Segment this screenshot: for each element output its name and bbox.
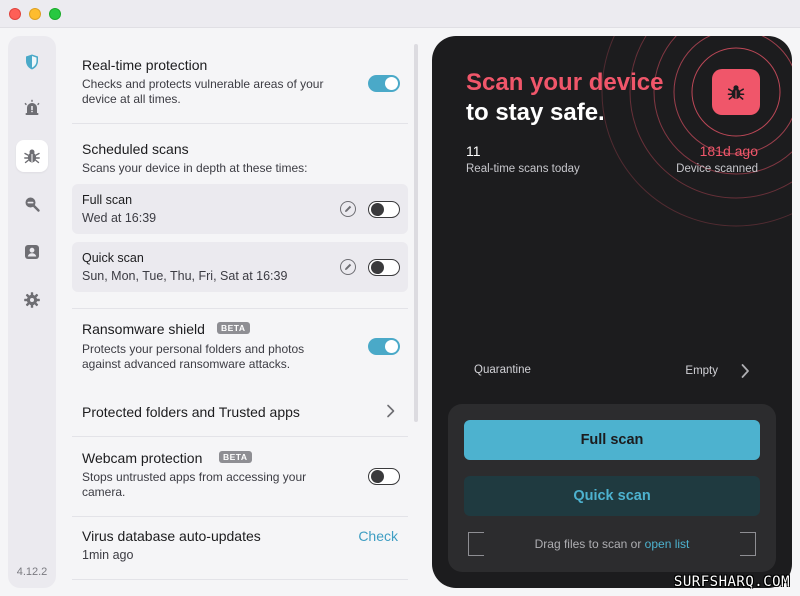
protected-folders-row[interactable]: Protected folders and Trusted apps xyxy=(72,386,408,436)
quarantine-label[interactable]: Quarantine xyxy=(474,364,531,376)
edit-full-scan-button[interactable] xyxy=(340,201,356,217)
scheduled-quick-scan-card[interactable]: Quick scan Sun, Mon, Tue, Thu, Fri, Sat … xyxy=(72,242,408,292)
toggle-knob xyxy=(385,340,398,353)
scheduled-scans-section: Scheduled scans Scans your device in dep… xyxy=(72,124,408,304)
scheduled-quick-scan-time: Sun, Mon, Tue, Thu, Fri, Sat at 16:39 xyxy=(82,269,288,283)
realtime-protection-toggle[interactable] xyxy=(368,75,400,92)
sidebar-item-protection[interactable] xyxy=(16,46,48,78)
scheduled-full-scan-card[interactable]: Full scan Wed at 16:39 xyxy=(72,184,408,234)
realtime-protection-desc-line2: device at all times. xyxy=(82,92,181,106)
beta-badge: BETA xyxy=(219,451,252,463)
virus-database-title: Virus database auto-updates xyxy=(82,528,261,544)
minimize-window-button[interactable] xyxy=(29,8,41,20)
file-dropzone[interactable]: Drag files to scan or open list xyxy=(468,532,756,556)
user-badge-icon xyxy=(25,245,39,259)
quick-scan-schedule-toggle[interactable] xyxy=(368,259,400,276)
scan-actions: Full scan Quick scan Drag files to scan … xyxy=(448,404,776,572)
scheduled-scans-desc: Scans your device in depth at these time… xyxy=(82,161,308,175)
chevron-right-icon xyxy=(387,404,395,418)
settings-scrollbar[interactable] xyxy=(414,44,418,422)
toggle-knob xyxy=(371,260,384,274)
realtime-scans-label: Real-time scans today xyxy=(466,163,580,175)
sidebar-item-privacy[interactable] xyxy=(16,188,48,220)
watermark: SURFSHARQ.COM xyxy=(673,574,790,590)
toggle-knob xyxy=(371,202,384,216)
divider xyxy=(72,579,408,580)
zoom-window-button[interactable] xyxy=(49,8,61,20)
edit-quick-scan-button[interactable] xyxy=(340,259,356,275)
sidebar: 4.12.2 xyxy=(8,36,56,588)
dropzone-text: Drag files to scan or open list xyxy=(468,537,756,551)
sidebar-item-scan[interactable] xyxy=(16,140,48,172)
last-scan-age: 181d ago xyxy=(699,143,758,159)
pencil-icon xyxy=(345,263,352,270)
scheduled-scans-title: Scheduled scans xyxy=(82,141,189,157)
webcam-protection-title: Webcam protection xyxy=(82,450,203,466)
close-window-button[interactable] xyxy=(9,8,21,20)
scheduled-full-scan-time: Wed at 16:39 xyxy=(82,211,157,225)
webcam-protection-desc-line2: camera. xyxy=(82,485,126,499)
pencil-icon xyxy=(345,205,352,212)
toggle-knob xyxy=(385,77,398,90)
chevron-right-icon[interactable] xyxy=(740,362,750,380)
webcam-protection-row: Webcam protection BETA Stops untrusted a… xyxy=(72,437,408,516)
toggle-knob xyxy=(371,469,384,483)
bug-icon xyxy=(727,85,745,100)
app-version: 4.12.2 xyxy=(16,566,48,578)
ransomware-shield-title: Ransomware shield xyxy=(82,321,205,337)
full-scan-schedule-toggle[interactable] xyxy=(368,201,400,218)
settings-list: Real-time protection Checks and protects… xyxy=(72,36,408,588)
realtime-scans-count: 11 xyxy=(466,143,481,159)
shield-icon xyxy=(26,54,38,70)
virus-database-last-update: 1min ago xyxy=(82,548,134,562)
scheduled-full-scan-title: Full scan xyxy=(82,193,133,207)
last-scan-label: Device scanned xyxy=(676,163,758,175)
check-updates-link[interactable]: Check xyxy=(358,528,398,544)
full-scan-button[interactable]: Full scan xyxy=(464,420,760,460)
beta-badge: BETA xyxy=(217,322,250,334)
ransomware-shield-desc-line2: against advanced ransomware attacks. xyxy=(82,357,291,371)
realtime-protection-desc-line1: Checks and protects vulnerable areas of … xyxy=(82,77,324,91)
sidebar-item-alerts[interactable] xyxy=(16,92,48,124)
title-bar xyxy=(0,0,800,28)
ransomware-shield-row: Ransomware shield BETA Protects your per… xyxy=(72,309,408,383)
siren-icon xyxy=(24,99,40,115)
open-list-link[interactable]: open list xyxy=(645,537,690,551)
threat-status-badge xyxy=(712,69,760,115)
quarantine-status: Empty xyxy=(685,365,718,377)
ransomware-shield-toggle[interactable] xyxy=(368,338,400,355)
quick-scan-button[interactable]: Quick scan xyxy=(464,476,760,516)
realtime-protection-row: Real-time protection Checks and protects… xyxy=(72,36,408,124)
protected-folders-title: Protected folders and Trusted apps xyxy=(82,404,300,420)
panel-headline: Scan your device xyxy=(466,69,664,96)
gear-icon xyxy=(24,292,40,308)
panel-subheadline: to stay safe. xyxy=(466,99,605,126)
scan-panel: Scan your device to stay safe. 11 Real-t… xyxy=(432,36,792,588)
webcam-protection-desc-line1: Stops untrusted apps from accessing your xyxy=(82,470,307,484)
bug-icon xyxy=(24,149,40,164)
ransomware-shield-desc-line1: Protects your personal folders and photo… xyxy=(82,342,305,356)
dropzone-instruction: Drag files to scan or xyxy=(534,537,645,551)
sidebar-item-settings[interactable] xyxy=(16,284,48,316)
realtime-protection-title: Real-time protection xyxy=(82,57,208,73)
virus-database-row: Virus database auto-updates 1min ago Che… xyxy=(72,517,408,579)
webcam-protection-toggle[interactable] xyxy=(368,468,400,485)
scheduled-quick-scan-title: Quick scan xyxy=(82,251,144,265)
sidebar-item-identity[interactable] xyxy=(16,236,48,268)
magnifier-icon xyxy=(25,197,40,212)
